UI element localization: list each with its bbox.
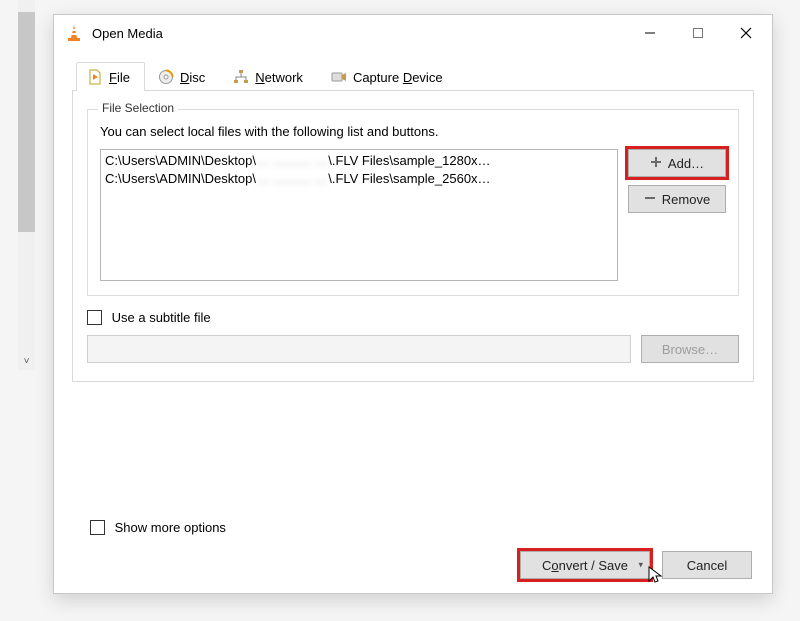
convert-save-label: Convert / Save xyxy=(542,558,628,573)
file-icon xyxy=(87,69,103,85)
add-button-label: Add… xyxy=(668,156,704,171)
file-selection-group: File Selection You can select local file… xyxy=(87,109,739,296)
browse-button: Browse… xyxy=(641,335,739,363)
minus-icon xyxy=(644,192,656,207)
browse-button-label: Browse… xyxy=(662,342,718,357)
remove-button-label: Remove xyxy=(662,192,710,207)
tab-capture-label: Capture Device xyxy=(353,70,443,85)
plus-icon xyxy=(650,156,662,171)
subtitle-path-input xyxy=(87,335,631,363)
use-subtitle-row: Use a subtitle file Browse… xyxy=(87,310,739,363)
titlebar: Open Media xyxy=(54,15,772,51)
window-title: Open Media xyxy=(92,26,626,41)
vlc-cone-icon xyxy=(64,23,84,43)
chevron-down-icon: ▾ xyxy=(638,560,643,571)
checkbox-icon xyxy=(90,520,105,535)
tab-file-label: File xyxy=(109,70,130,85)
remove-button[interactable]: Remove xyxy=(628,185,726,213)
close-button[interactable] xyxy=(722,18,770,48)
checkbox-icon xyxy=(87,310,102,325)
file-selection-legend: File Selection xyxy=(98,101,178,115)
file-panel: File Selection You can select local file… xyxy=(72,91,754,382)
use-subtitle-checkbox[interactable]: Use a subtitle file xyxy=(87,310,211,325)
tab-file[interactable]: File xyxy=(76,62,145,91)
list-item[interactable]: C:\Users\ADMIN\Desktop\… ……… …\.FLV File… xyxy=(105,170,613,188)
open-media-window: Open Media File Disc Networ xyxy=(53,14,773,594)
use-subtitle-label: Use a subtitle file xyxy=(112,310,211,325)
media-tabs: File Disc Network Capture Device xyxy=(72,61,754,91)
file-list[interactable]: C:\Users\ADMIN\Desktop\… ……… …\.FLV File… xyxy=(100,149,618,281)
page-scrollbar-track: ˅ xyxy=(18,0,35,370)
show-more-options-label: Show more options xyxy=(115,520,226,535)
maximize-button[interactable] xyxy=(674,18,722,48)
minimize-button[interactable] xyxy=(626,18,674,48)
tab-disc[interactable]: Disc xyxy=(147,62,220,91)
cancel-button-label: Cancel xyxy=(687,558,727,573)
network-icon xyxy=(233,69,249,85)
tab-capture-device[interactable]: Capture Device xyxy=(320,62,458,91)
tab-network-label: Network xyxy=(255,70,303,85)
list-item[interactable]: C:\Users\ADMIN\Desktop\… ……… …\.FLV File… xyxy=(105,152,613,170)
capture-icon xyxy=(331,69,347,85)
disc-icon xyxy=(158,69,174,85)
page-scrollbar-thumb[interactable] xyxy=(18,12,35,232)
cancel-button[interactable]: Cancel xyxy=(662,551,752,579)
file-selection-help: You can select local files with the foll… xyxy=(100,124,726,139)
convert-save-button[interactable]: Convert / Save ▾ xyxy=(520,551,650,579)
show-more-options[interactable]: Show more options xyxy=(90,520,226,535)
tab-network[interactable]: Network xyxy=(222,62,318,91)
add-button[interactable]: Add… xyxy=(628,149,726,177)
page-scrollbar-down[interactable]: ˅ xyxy=(18,353,35,370)
tab-disc-label: Disc xyxy=(180,70,205,85)
dialog-footer: Convert / Save ▾ Cancel xyxy=(520,551,752,579)
